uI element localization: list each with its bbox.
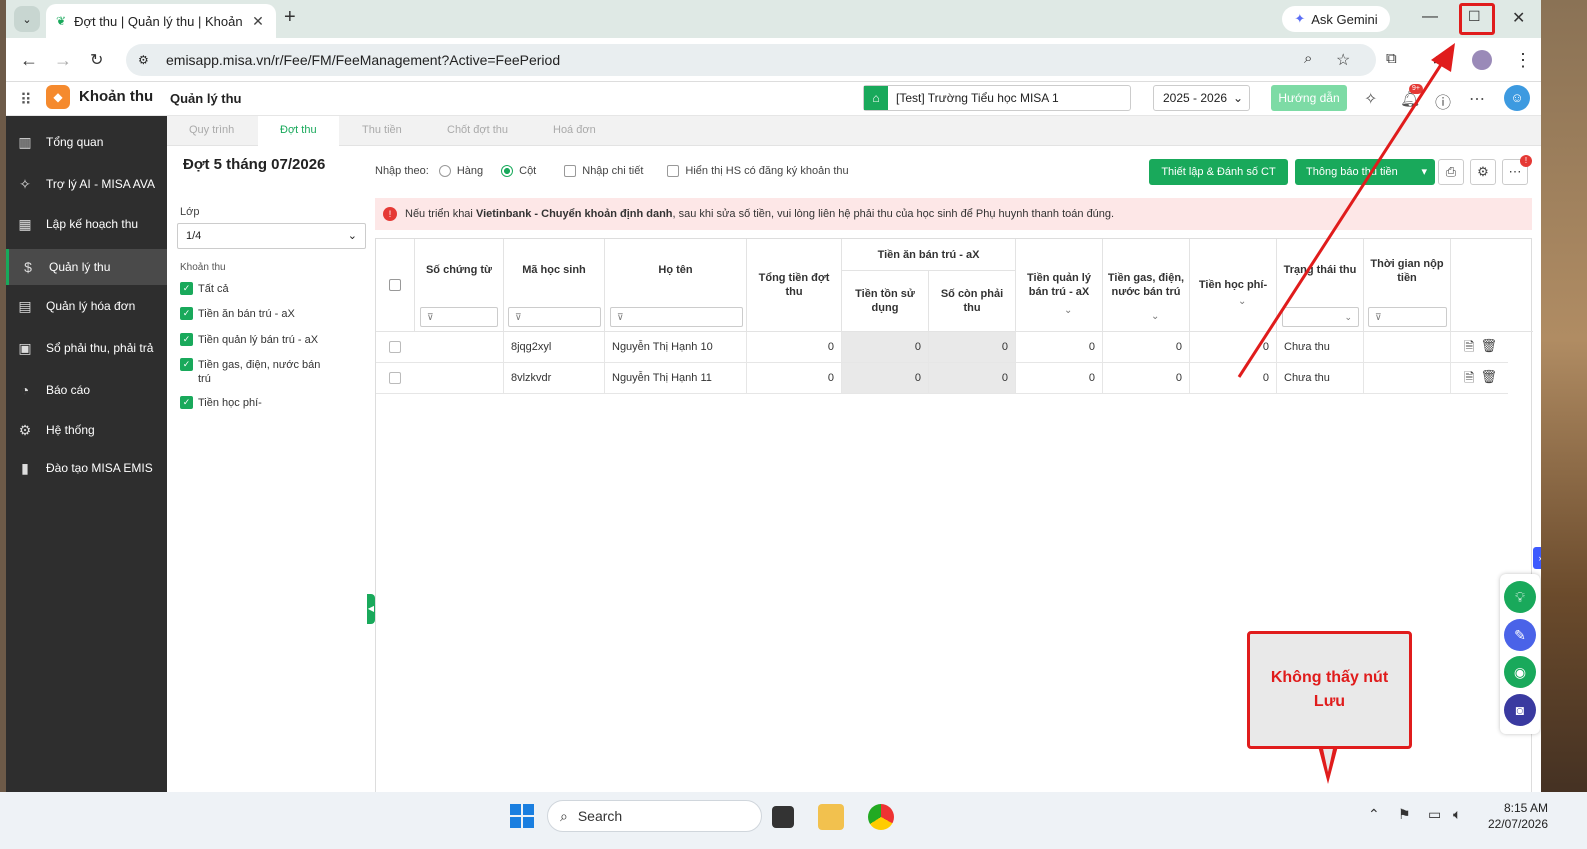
file-explorer-icon[interactable] — [818, 804, 844, 830]
volume-icon[interactable]: 🔈︎ — [1453, 806, 1461, 823]
search-label: Search — [577, 808, 623, 824]
display-icon[interactable]: ▭ — [1428, 806, 1441, 823]
clock[interactable]: 8:15 AM 22/07/2026 — [1478, 800, 1548, 832]
search-icon: ⌕ — [560, 807, 568, 824]
chrome-icon[interactable] — [868, 804, 894, 830]
tray-chevron-icon[interactable]: ⌃ — [1368, 806, 1380, 823]
clock-date: 22/07/2026 — [1487, 817, 1548, 831]
annotation-arrow-head — [1431, 43, 1455, 72]
annotation-arrow — [1237, 59, 1446, 378]
taskbar-search[interactable]: ⌕ Search — [547, 800, 762, 832]
windows-start-icon[interactable] — [510, 804, 534, 828]
network-icon[interactable]: ⚑ — [1398, 806, 1411, 823]
taskbar: ⌕ Search ⌃ ⚑ ▭ 🔈︎ 8:15 AM 22/07/2026 — [0, 792, 1587, 849]
clock-time: 8:15 AM — [1503, 801, 1548, 815]
callout-annotation: Không thấy nút Lưu — [1247, 631, 1412, 749]
task-view-icon[interactable] — [772, 806, 794, 828]
